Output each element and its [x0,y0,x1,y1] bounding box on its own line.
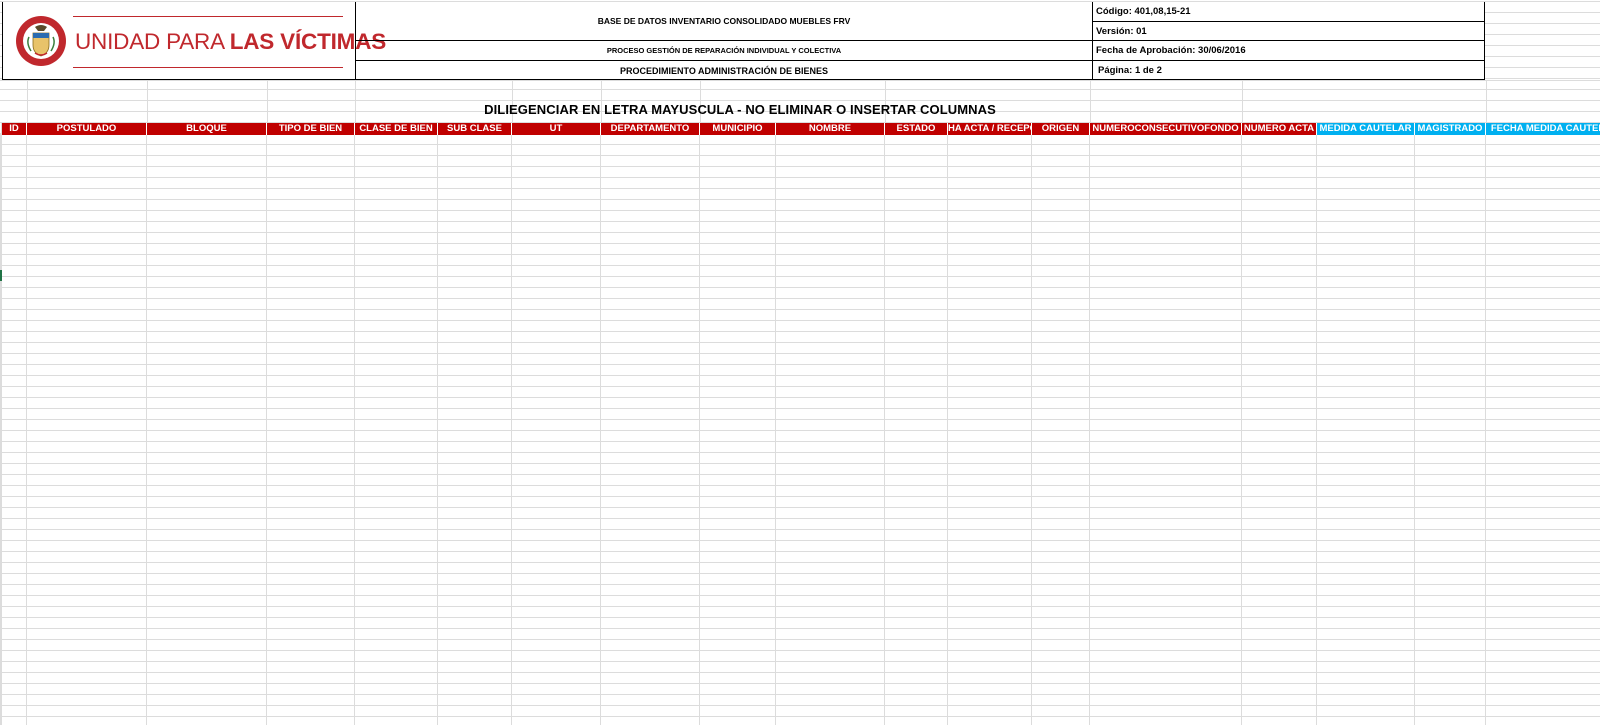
grid-column-line [1,123,2,725]
grid-column-line [884,123,885,725]
logo-rule-bottom [73,67,343,68]
grid-column-line [1031,123,1032,725]
grid-column-line [26,123,27,725]
column-header-ha-acta-recepc[interactable]: HA ACTA / RECEPC [948,123,1032,135]
column-header-estado[interactable]: ESTADO [885,123,948,135]
document-version[interactable]: Versión: 01 [1093,22,1485,41]
grid-column-line [600,123,601,725]
logo-cell[interactable]: UNIDAD PARA LAS VÍCTIMAS [3,2,386,79]
column-header-numero-acta[interactable]: NUMERO ACTA [1242,123,1317,135]
column-header-departamento[interactable]: DEPARTAMENTO [601,123,700,135]
document-header-block: UNIDAD PARA LAS VÍCTIMAS BASE DE DATOS I… [2,2,1485,80]
column-header-row: ID POSTULADO BLOQUE TIPO DE BIEN CLASE DE BI… [0,123,1600,135]
column-header-tipo-de-bien[interactable]: TIPO DE BIEN [267,123,355,135]
column-header-sub-clase[interactable]: SUB CLASE [438,123,512,135]
column-header-numeroconsecutivofondo[interactable]: NUMEROCONSECUTIVOFONDO [1090,123,1242,135]
grid-column-line [354,123,355,725]
column-header-clase-de-bien[interactable]: CLASE DE BIEN [355,123,438,135]
procedure-name[interactable]: PROCEDIMIENTO ADMINISTRACIÓN DE BIENES [356,61,1092,80]
logo-rule-top [73,16,343,17]
colombia-seal-icon [16,16,66,66]
grid-column-line [947,123,948,725]
brand-text-regular: UNIDAD PARA [75,29,230,54]
column-header-fecha-medida-cautel[interactable]: FECHA MEDIDA CAUTEL [1486,123,1600,135]
process-name[interactable]: PROCESO GESTIÓN DE REPARACIÓN INDIVIDUAL… [356,41,1092,61]
document-meta-cell: Código: 401,08,15-21 Versión: 01 Fecha d… [1093,2,1485,79]
instruction-banner[interactable]: DILIEGENCIAR EN LETRA MAYUSCULA - NO ELI… [0,102,1480,117]
grid-column-line [437,123,438,725]
column-header-bloque[interactable]: BLOQUE [147,123,267,135]
column-header-ut[interactable]: UT [512,123,601,135]
document-code[interactable]: Código: 401,08,15-21 [1093,2,1485,22]
grid-column-line-top [1486,80,1487,123]
grid-column-line [1089,123,1090,725]
page-number[interactable]: Página: 1 de 2 [1093,61,1485,80]
approval-date[interactable]: Fecha de Aprobación: 30/06/2016 [1093,41,1485,61]
active-cell-indicator [0,270,2,281]
grid-column-line [1241,123,1242,725]
column-header-magistrado[interactable]: MAGISTRADO [1415,123,1486,135]
grid-column-line [775,123,776,725]
grid-column-line [511,123,512,725]
grid-column-line [266,123,267,725]
column-header-medida-cautelar[interactable]: MEDIDA CAUTELAR [1317,123,1415,135]
document-title[interactable]: BASE DE DATOS INVENTARIO CONSOLIDADO MUE… [356,2,1092,41]
grid-column-line [1316,123,1317,725]
grid-column-line [699,123,700,725]
column-header-postulado[interactable]: POSTULADO [27,123,147,135]
grid-row-line [0,100,1600,101]
grid-column-line [1485,123,1486,725]
column-header-origen[interactable]: ORIGEN [1032,123,1090,135]
grid-column-line [146,123,147,725]
grid-column-line [1414,123,1415,725]
column-header-id[interactable]: ID [2,123,27,135]
column-header-nombre[interactable]: NOMBRE [776,123,885,135]
grid-row-line [0,80,1600,81]
column-header-municipio[interactable]: MUNICIPIO [700,123,776,135]
document-info-cell: BASE DE DATOS INVENTARIO CONSOLIDADO MUE… [356,2,1093,79]
brand-wordmark: UNIDAD PARA LAS VÍCTIMAS [75,30,386,54]
